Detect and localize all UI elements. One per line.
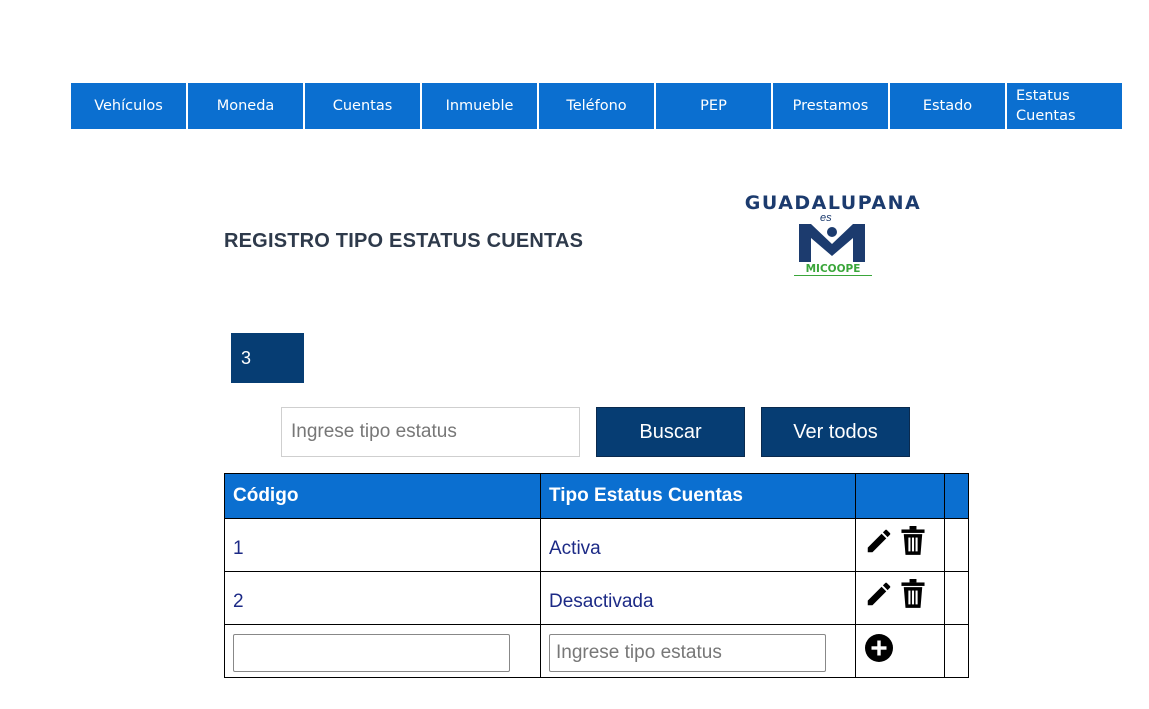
trash-icon[interactable] <box>900 579 926 609</box>
nav-pep[interactable]: PEP <box>656 83 771 129</box>
nav-cuentas[interactable]: Cuentas <box>305 83 420 129</box>
nav-estatus-cuentas[interactable]: Estatus Cuentas <box>1007 83 1122 129</box>
view-all-button[interactable]: Ver todos <box>761 407 910 457</box>
status-table: Código Tipo Estatus Cuentas 1 Activa 2 D… <box>224 473 969 678</box>
plus-circle-icon[interactable] <box>864 633 894 663</box>
nav-inmueble[interactable]: Inmueble <box>422 83 537 129</box>
cell-codigo: 1 <box>224 518 541 572</box>
logo-name: GUADALUPANA <box>744 192 922 214</box>
cell-extra <box>944 518 969 572</box>
record-count-badge: 3 <box>231 333 304 383</box>
new-tipo-input[interactable] <box>549 634 826 672</box>
cell-codigo: 2 <box>224 571 541 625</box>
nav-estatus-cuentas-label: Estatus Cuentas <box>1016 88 1076 124</box>
pencil-icon[interactable] <box>864 579 894 609</box>
guadalupana-micoope-logo: GUADALUPANA es MICOOPE <box>722 190 944 282</box>
cell-actions <box>855 571 945 625</box>
nav-estado[interactable]: Estado <box>890 83 1005 129</box>
nav-telefono[interactable]: Teléfono <box>539 83 654 129</box>
header-extra <box>944 473 969 519</box>
search-button[interactable]: Buscar <box>596 407 745 457</box>
cell-extra <box>944 624 969 678</box>
new-codigo-input[interactable] <box>233 634 510 672</box>
cell-add <box>855 624 945 678</box>
nav-moneda[interactable]: Moneda <box>188 83 303 129</box>
top-nav: Vehículos Moneda Cuentas Inmueble Teléfo… <box>71 83 1124 129</box>
pencil-icon[interactable] <box>864 526 894 556</box>
logo-sub: MICOOPE <box>794 263 872 276</box>
logo-m-icon <box>799 224 865 262</box>
cell-tipo: Desactivada <box>540 571 856 625</box>
table-row: 2 Desactivada <box>224 571 969 625</box>
page-title: REGISTRO TIPO ESTATUS CUENTAS <box>224 230 584 252</box>
table-header-row: Código Tipo Estatus Cuentas <box>224 473 969 519</box>
new-row <box>224 624 969 678</box>
nav-prestamos[interactable]: Prestamos <box>773 83 888 129</box>
cell-actions <box>855 518 945 572</box>
header-actions <box>855 473 945 519</box>
cell-extra <box>944 571 969 625</box>
cell-new-tipo <box>540 624 856 678</box>
record-count-value: 3 <box>241 347 252 368</box>
nav-vehiculos[interactable]: Vehículos <box>71 83 186 129</box>
header-tipo-estatus: Tipo Estatus Cuentas <box>540 473 856 519</box>
search-input[interactable] <box>281 407 580 457</box>
header-codigo: Código <box>224 473 541 519</box>
cell-new-codigo <box>224 624 541 678</box>
table-row: 1 Activa <box>224 518 969 572</box>
trash-icon[interactable] <box>900 526 926 556</box>
cell-tipo: Activa <box>540 518 856 572</box>
